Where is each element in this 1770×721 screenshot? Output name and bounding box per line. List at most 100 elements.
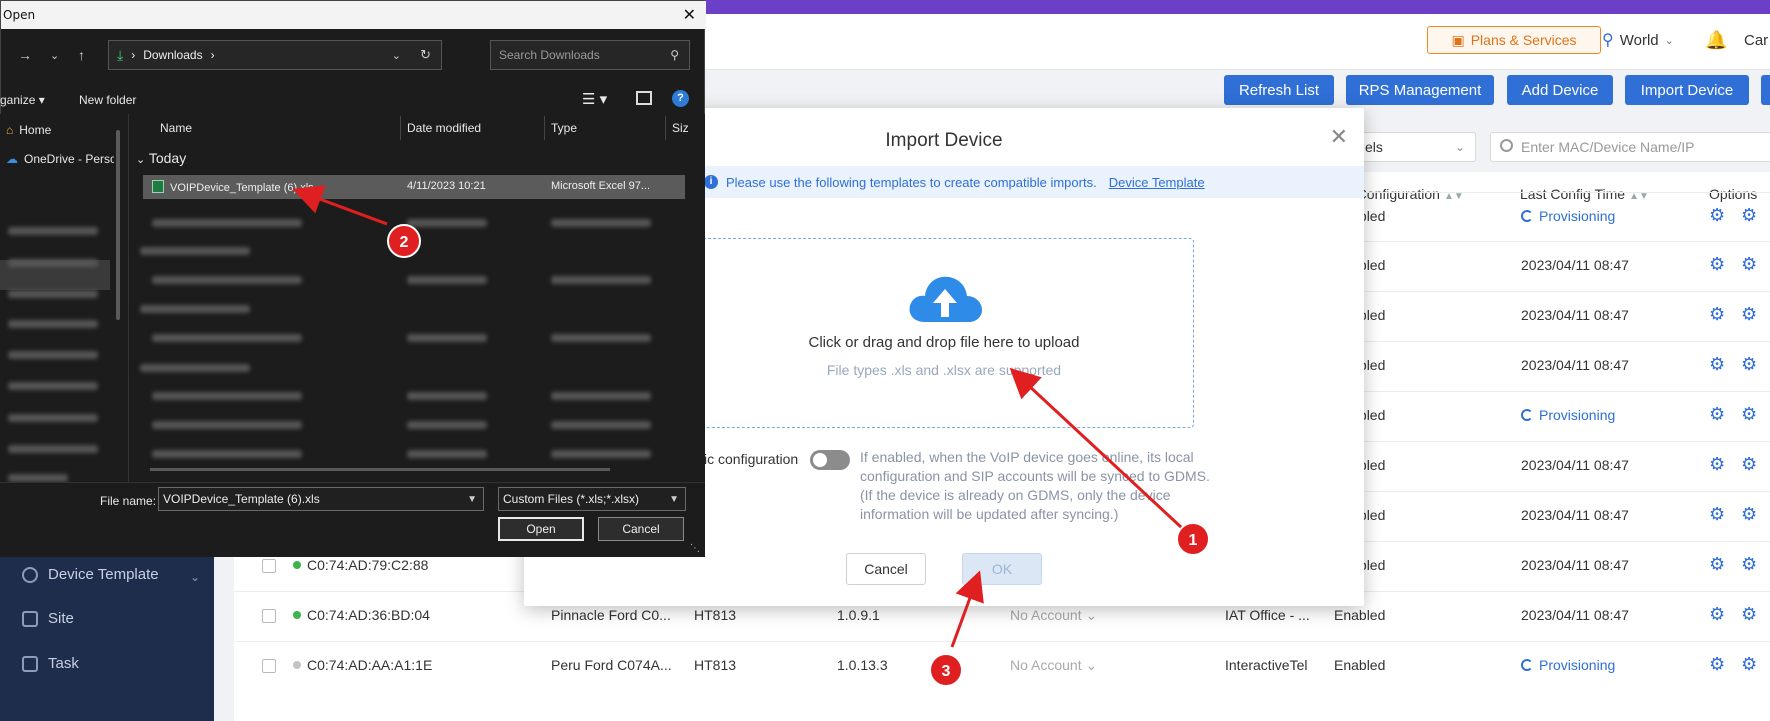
device-mac[interactable]: C0:74:AD:AA:A1:1E [293,657,432,673]
user-settings-icon[interactable]: ⚙ [1709,205,1725,226]
dialog-search-input[interactable]: Search Downloads ⚲ [490,40,690,70]
device-name: Pinnacle Ford C0... [551,607,671,623]
column-size[interactable]: Siz [672,121,689,135]
chevron-down-icon[interactable]: ⌄ [50,49,59,62]
last-config-time: 2023/04/11 08:47 [1521,307,1629,323]
chevron-down-icon: ⌄ [1664,34,1674,47]
chevron-down-icon[interactable]: ▼ [467,494,477,505]
device-site: IAT Office - ... [1225,607,1310,623]
account-select[interactable]: No Account ⌄ [1010,607,1097,624]
chevron-down-icon[interactable]: ⌄ [392,49,401,62]
gear-icon[interactable]: ⚙ [1741,205,1757,226]
nav-item-onedrive[interactable]: ☁ OneDrive - Perso [6,152,114,166]
sync-config-toggle[interactable] [810,450,850,470]
up-arrow-icon[interactable]: ↑ [78,47,85,63]
device-mac[interactable]: C0:74:AD:79:C2:88 [293,557,428,573]
file-type-select[interactable]: Custom Files (*.xls;*.xlsx) ▼ [498,487,686,511]
file-type: Microsoft Excel 97... [551,180,651,192]
user-settings-icon[interactable]: ⚙ [1709,454,1725,475]
config-status: Enabled [1334,657,1386,673]
account-select[interactable]: No Account ⌄ [1010,657,1097,674]
user-settings-icon[interactable]: ⚙ [1709,504,1725,525]
preview-pane-icon[interactable] [636,91,652,105]
gear-icon[interactable]: ⚙ [1741,654,1757,675]
blurred-file-row [551,219,651,227]
ok-button[interactable]: OK [962,553,1042,585]
refresh-icon[interactable]: ↻ [420,47,431,63]
navigation-pane: ⌂ Home ☁ OneDrive - Perso [0,114,127,482]
status-dot [293,561,301,569]
file-name[interactable]: VOIPDevice_Template (6).xls [152,180,314,194]
view-options-icon[interactable]: ☰ ▾ [582,90,607,108]
model-filter-select[interactable]: els ⌄ [1356,132,1476,162]
blurred-group-header [140,364,250,372]
close-icon[interactable]: ✕ [683,1,696,29]
more-button[interactable] [1761,75,1770,105]
user-settings-icon[interactable]: ⚙ [1709,304,1725,325]
dialog-cancel-button[interactable]: Cancel [598,517,684,541]
gear-icon[interactable]: ⚙ [1741,354,1757,375]
device-search-input[interactable]: Enter MAC/Device Name/IP [1490,132,1770,162]
gear-icon[interactable]: ⚙ [1741,554,1757,575]
help-icon[interactable]: ? [672,90,689,107]
sidebar-item-task[interactable]: Task [22,655,79,672]
gear-icon[interactable]: ⚙ [1741,304,1757,325]
blurred-file-row [407,421,487,429]
chevron-right-icon: › [131,48,136,62]
organize-menu[interactable]: ganize ▾ [0,93,45,107]
nav-item-home[interactable]: ⌂ Home [6,123,114,137]
user-settings-icon[interactable]: ⚙ [1709,604,1725,625]
group-today[interactable]: ⌄ Today [136,150,186,166]
gear-icon[interactable]: ⚙ [1741,254,1757,275]
config-status: Enabled [1334,607,1386,623]
plans-services-button[interactable]: ▣ Plans & Services [1427,26,1601,54]
bell-icon[interactable]: 🔔 [1705,30,1727,51]
open-button[interactable]: Open [498,517,584,541]
gear-icon[interactable]: ⚙ [1741,504,1757,525]
column-type[interactable]: Type [551,121,577,135]
address-bar[interactable]: ⤓ › Downloads › ⌄ ↻ [108,40,442,70]
gear-icon[interactable]: ⚙ [1741,404,1757,425]
dialog-command-bar: ganize ▾ New folder ☰ ▾ ? [0,86,705,114]
file-name-input[interactable]: VOIPDevice_Template (6).xls ▼ [158,487,484,511]
user-menu[interactable]: Car [1744,32,1768,49]
user-settings-icon[interactable]: ⚙ [1709,654,1725,675]
cancel-button[interactable]: Cancel [846,553,926,585]
forward-arrow-icon[interactable]: → [18,47,32,63]
nav-scrollbar[interactable] [116,130,120,320]
refresh-list-button[interactable]: Refresh List [1224,75,1334,105]
user-settings-icon[interactable]: ⚙ [1709,254,1725,275]
row-checkbox[interactable] [262,559,276,573]
rps-management-button[interactable]: RPS Management [1346,75,1494,105]
gear-icon [22,566,38,583]
import-device-button[interactable]: Import Device [1625,75,1749,105]
user-settings-icon[interactable]: ⚙ [1709,404,1725,425]
horizontal-scrollbar[interactable] [150,468,610,471]
resize-grip-icon[interactable]: ⋱ [690,543,700,554]
last-config-time: 2023/04/11 08:47 [1521,507,1629,523]
device-template-link[interactable]: Device Template [1109,175,1205,190]
sidebar-item-site[interactable]: Site [22,610,74,627]
region-selector[interactable]: ⚲ World ⌄ [1602,30,1674,50]
column-date-modified[interactable]: Date modified [407,121,481,135]
new-folder-button[interactable]: New folder [79,93,136,107]
plans-icon: ▣ [1451,31,1465,48]
close-icon[interactable]: ✕ [1330,124,1348,150]
upload-dropzone[interactable] [694,238,1194,428]
blurred-group-header [140,305,250,313]
row-checkbox[interactable] [262,609,276,623]
column-name[interactable]: Name [160,121,192,135]
task-icon [22,655,38,672]
add-device-button[interactable]: Add Device [1507,75,1613,105]
gear-icon[interactable]: ⚙ [1741,454,1757,475]
user-settings-icon[interactable]: ⚙ [1709,354,1725,375]
info-icon: i [704,175,718,189]
gear-icon[interactable]: ⚙ [1741,604,1757,625]
row-checkbox[interactable] [262,659,276,673]
device-model: HT813 [694,607,737,623]
sidebar-item-device-template[interactable]: Device Template [22,566,159,583]
user-settings-icon[interactable]: ⚙ [1709,554,1725,575]
device-mac[interactable]: C0:74:AD:36:BD:04 [293,607,430,623]
blurred-file-row [407,276,487,284]
blurred-file-row [152,219,302,227]
